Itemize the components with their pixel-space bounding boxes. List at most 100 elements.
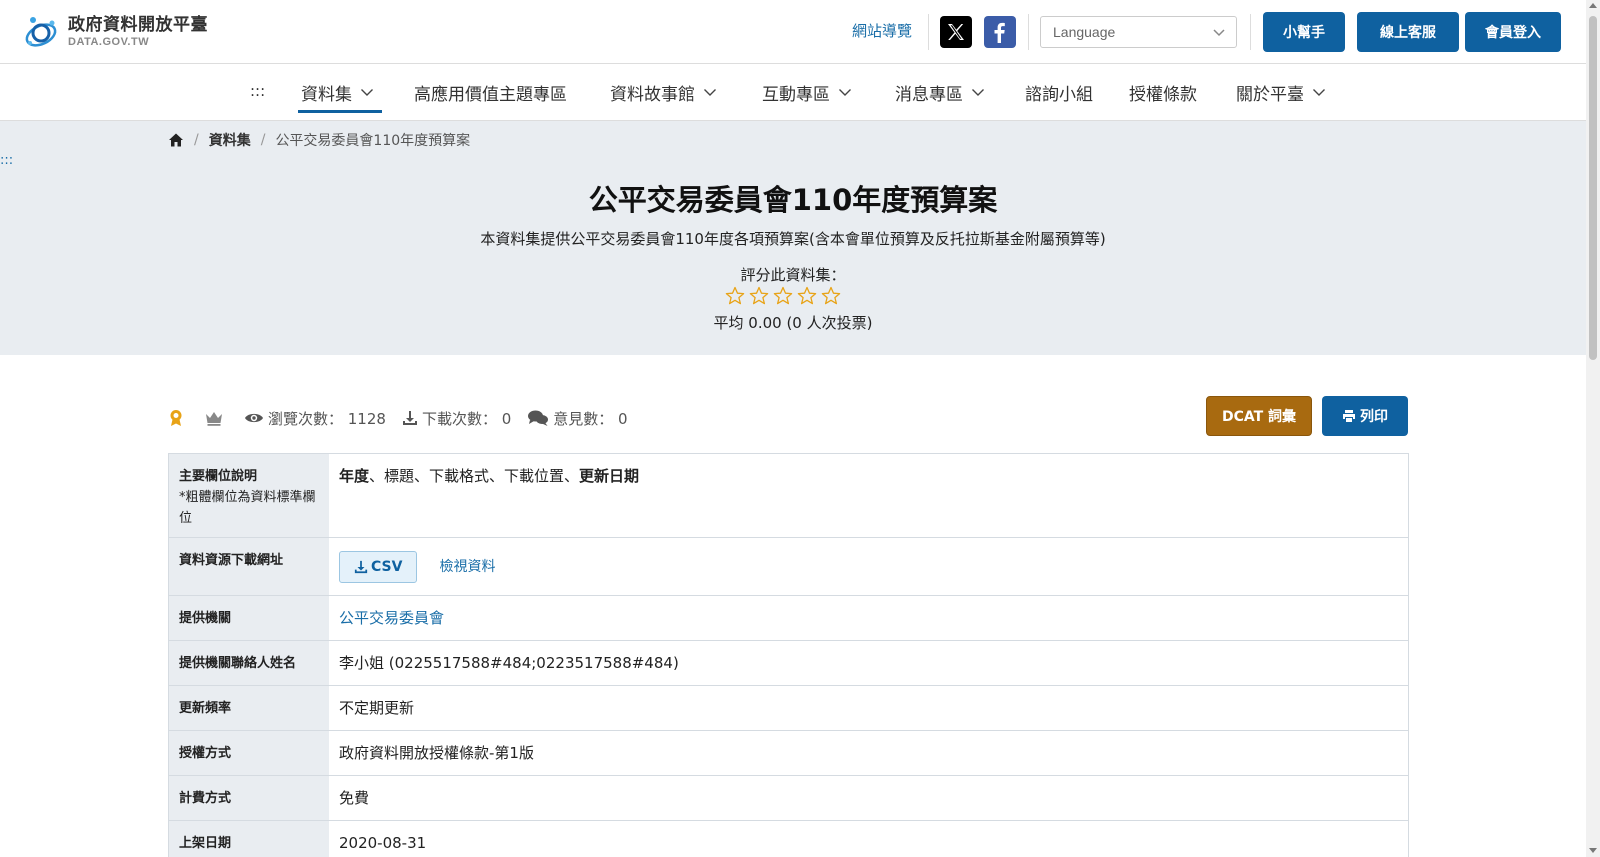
nav-item-label: 消息專區 xyxy=(895,84,963,105)
dataset-description: 本資料集提供公平交易委員會110年度各項預算案(含本會單位預算及反托拉斯基金附屬… xyxy=(480,230,1106,248)
comments-icon xyxy=(528,410,549,426)
rating-stars xyxy=(725,286,845,306)
dataset-hero: / 資料集 / 公平交易委員會110年度預算案 ::: 公平交易委員會110年度… xyxy=(0,121,1586,355)
print-button[interactable]: 列印 xyxy=(1322,396,1408,436)
comments-count: 意見數： 0 xyxy=(553,409,628,428)
row-value: 李小姐 (0225517588#484;0223517588#484) xyxy=(339,654,679,672)
table-row: 提供機關 公平交易委員會 xyxy=(169,596,1408,641)
dataset-title: 公平交易委員會110年度預算案 xyxy=(588,183,998,217)
comments-stat: 意見數： 0 xyxy=(527,408,628,429)
scroll-down-arrow-icon[interactable] xyxy=(1589,848,1597,853)
downloads-count: 下載次數： 0 xyxy=(421,409,512,428)
table-row: 更新頻率 不定期更新 xyxy=(169,686,1408,731)
row-value: 公平交易委員會 xyxy=(329,596,1408,640)
nav-item-stories[interactable]: 資料故事館 xyxy=(610,80,717,105)
nav-item-label: 資料集 xyxy=(301,84,352,105)
scrollbar-thumb[interactable] xyxy=(1589,16,1597,360)
views-stat: 瀏覽次數： 1128 xyxy=(244,408,386,429)
nav-item-label: 關於平臺 xyxy=(1236,84,1304,105)
view-data-link[interactable]: 檢視資料 xyxy=(439,555,495,579)
row-header: 授權方式 xyxy=(169,731,329,775)
row-header: 提供機關 xyxy=(169,596,329,640)
nav-item-license[interactable]: 授權條款 xyxy=(1129,80,1197,105)
award-icon xyxy=(170,410,182,426)
row-value: 政府資料開放授權條款-第1版 xyxy=(339,744,534,762)
star-icon[interactable] xyxy=(821,286,841,306)
help-button[interactable]: 小幫手 xyxy=(1263,12,1345,52)
row-header-note: *粗體欄位為資料標準欄位 xyxy=(179,490,316,526)
rating-label: 評分此資料集： xyxy=(740,266,846,284)
language-select[interactable]: Language xyxy=(1040,16,1237,48)
breadcrumb: / 資料集 / 公平交易委員會110年度預算案 xyxy=(168,131,470,149)
download-icon xyxy=(354,560,368,573)
logo-title: 政府資料開放平臺 xyxy=(68,15,208,35)
table-row: 資料資源下載網址 CSV 檢視資料 xyxy=(169,538,1408,596)
breadcrumb-datasets[interactable]: 資料集 xyxy=(209,130,251,150)
accesskey-anchor[interactable]: ::: xyxy=(250,82,265,100)
row-header: 計費方式 xyxy=(169,776,329,820)
dataset-info-table: 主要欄位說明 *粗體欄位為資料標準欄位 年度、標題、下載格式、下載位置、更新日期… xyxy=(168,453,1409,857)
breadcrumb-separator: / xyxy=(260,132,266,148)
chevron-down-icon xyxy=(704,89,716,96)
table-row: 授權方式 政府資料開放授權條款-第1版 xyxy=(169,731,1408,776)
table-row: 計費方式 免費 xyxy=(169,776,1408,821)
nav-item-news[interactable]: 消息專區 xyxy=(895,80,985,105)
standard-field: 年度 xyxy=(339,467,370,485)
downloads-stat: 下載次數： 0 xyxy=(402,408,511,429)
header-divider xyxy=(1028,14,1029,50)
language-select-value: Language xyxy=(1053,24,1116,40)
row-value: CSV 檢視資料 xyxy=(329,538,1408,595)
row-header: 提供機關聯絡人姓名 xyxy=(169,641,329,685)
nav-item-high-value[interactable]: 高應用價值主題專區 xyxy=(414,80,567,105)
standard-field: 更新日期 xyxy=(579,467,640,485)
header-divider xyxy=(928,14,929,50)
chevron-down-icon xyxy=(972,89,984,96)
star-icon[interactable] xyxy=(773,286,793,306)
row-header: 上架日期 xyxy=(169,821,329,857)
main-nav: ::: 資料集 高應用價值主題專區 資料故事館 互動專區 消息專區 諮詢小組 授… xyxy=(0,64,1586,121)
star-icon[interactable] xyxy=(725,286,745,306)
x-twitter-icon[interactable] xyxy=(940,16,972,48)
header-divider xyxy=(1250,14,1251,50)
home-icon[interactable] xyxy=(168,132,184,148)
online-service-button[interactable]: 線上客服 xyxy=(1357,12,1459,52)
star-icon[interactable] xyxy=(797,286,817,306)
crown-icon xyxy=(206,412,222,426)
csv-label: CSV xyxy=(371,558,403,575)
nav-item-advisory[interactable]: 諮詢小組 xyxy=(1025,80,1093,105)
page-scrollbar[interactable] xyxy=(1586,0,1600,857)
dcat-vocabulary-button[interactable]: DCAT 詞彙 xyxy=(1206,396,1312,436)
row-value: 免費 xyxy=(339,789,370,807)
nav-item-label: 高應用價值主題專區 xyxy=(414,84,567,105)
badge-stat xyxy=(168,409,188,427)
crown-stat xyxy=(204,410,228,426)
row-value: 年度、標題、下載格式、下載位置、更新日期 xyxy=(329,454,1408,537)
print-button-label: 列印 xyxy=(1360,409,1388,425)
nav-item-datasets[interactable]: 資料集 xyxy=(301,80,374,105)
facebook-icon[interactable] xyxy=(984,16,1016,48)
eye-icon xyxy=(245,413,263,423)
site-logo[interactable]: 政府資料開放平臺 DATA.GOV.TW xyxy=(22,12,212,52)
nav-item-label: 授權條款 xyxy=(1129,84,1197,105)
accesskey-anchor[interactable]: ::: xyxy=(0,153,13,168)
table-row: 主要欄位說明 *粗體欄位為資料標準欄位 年度、標題、下載格式、下載位置、更新日期 xyxy=(169,454,1408,538)
row-header: 主要欄位說明 *粗體欄位為資料標準欄位 xyxy=(169,454,329,537)
breadcrumb-current: 公平交易委員會110年度預算案 xyxy=(275,133,471,149)
sitemap-link[interactable]: 網站導覽 xyxy=(852,20,912,41)
table-row: 提供機關聯絡人姓名 李小姐 (0225517588#484;0223517588… xyxy=(169,641,1408,686)
table-row: 上架日期 2020-08-31 xyxy=(169,821,1408,857)
row-value: 2020-08-31 xyxy=(339,834,427,852)
star-icon[interactable] xyxy=(749,286,769,306)
chevron-down-icon xyxy=(361,89,373,96)
csv-download-button[interactable]: CSV xyxy=(339,550,418,583)
chevron-down-icon xyxy=(839,89,851,96)
scroll-up-arrow-icon[interactable] xyxy=(1589,3,1597,8)
nav-item-interactive[interactable]: 互動專區 xyxy=(762,80,852,105)
logo-subtitle: DATA.GOV.TW xyxy=(68,36,150,48)
nav-item-about[interactable]: 關於平臺 xyxy=(1236,80,1326,105)
rating-average: 平均 0.00 (0 人次投票) xyxy=(713,314,873,332)
organization-link[interactable]: 公平交易委員會 xyxy=(339,609,444,627)
nav-item-label: 諮詢小組 xyxy=(1025,84,1093,105)
member-login-button[interactable]: 會員登入 xyxy=(1465,12,1561,52)
breadcrumb-separator: / xyxy=(194,132,199,148)
